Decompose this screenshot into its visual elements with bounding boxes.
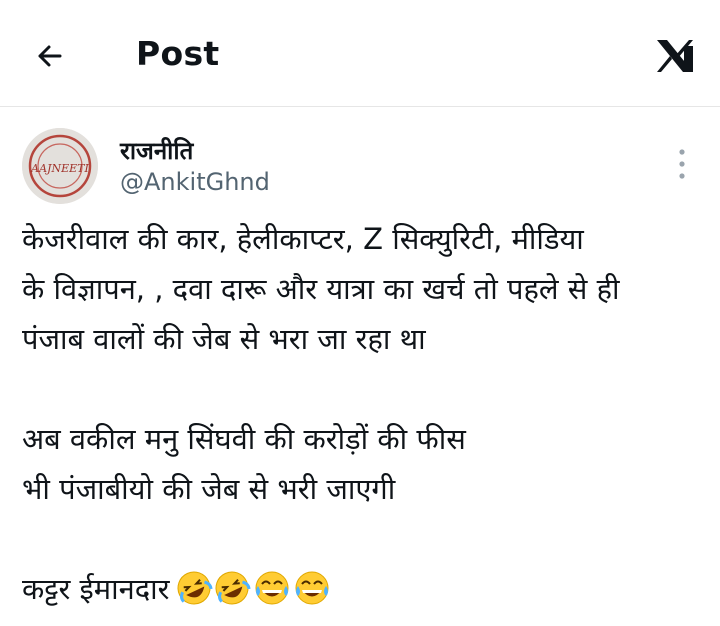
post-text-line: पंजाब वालों की जेब से भरा जा रहा था (22, 322, 426, 356)
post-text-blank-line (22, 514, 712, 564)
emoji-group (177, 571, 328, 605)
post-text-line: कट्टर ईमानदार (22, 572, 170, 606)
rofl-emoji (215, 571, 250, 605)
post-text-line: भी पंजाबीयो की जेब से भरी जाएगी (22, 472, 396, 506)
post-text-line: केजरीवाल की कार, हेलीकाप्टर, Z सिक्युरिट… (22, 222, 584, 256)
page-title: Post (136, 34, 220, 73)
x-logo-button[interactable] (654, 36, 696, 76)
post-text-blank-line (22, 364, 712, 414)
post-text-line: अब वकील मनु सिंघवी की करोड़ों की फीस (22, 422, 466, 456)
back-button[interactable] (30, 36, 74, 76)
rofl-emoji (177, 571, 212, 605)
avatar-text: AAJNEETI (30, 162, 89, 175)
post-text: केजरीवाल की कार, हेलीकाप्टर, Z सिक्युरिट… (22, 214, 712, 614)
x-logo-icon (657, 40, 693, 72)
avatar-logo-icon: AAJNEETI (22, 128, 98, 204)
author-display-name[interactable]: राजनीति (120, 134, 193, 167)
arrow-left-icon (38, 45, 62, 67)
tears-of-joy-emoji (255, 571, 288, 605)
tears-of-joy-emoji (295, 571, 328, 605)
author-handle[interactable]: @AnkitGhnd (120, 168, 270, 196)
more-options-button[interactable] (670, 144, 694, 184)
author-avatar[interactable]: AAJNEETI (22, 128, 98, 204)
post-text-line: के विज्ञापन, , दवा दारू और यात्रा का खर्… (22, 272, 620, 306)
more-vertical-icon (679, 149, 685, 179)
post-text-final-line: कट्टर ईमानदार (22, 564, 712, 614)
top-bar: Post (0, 0, 720, 107)
